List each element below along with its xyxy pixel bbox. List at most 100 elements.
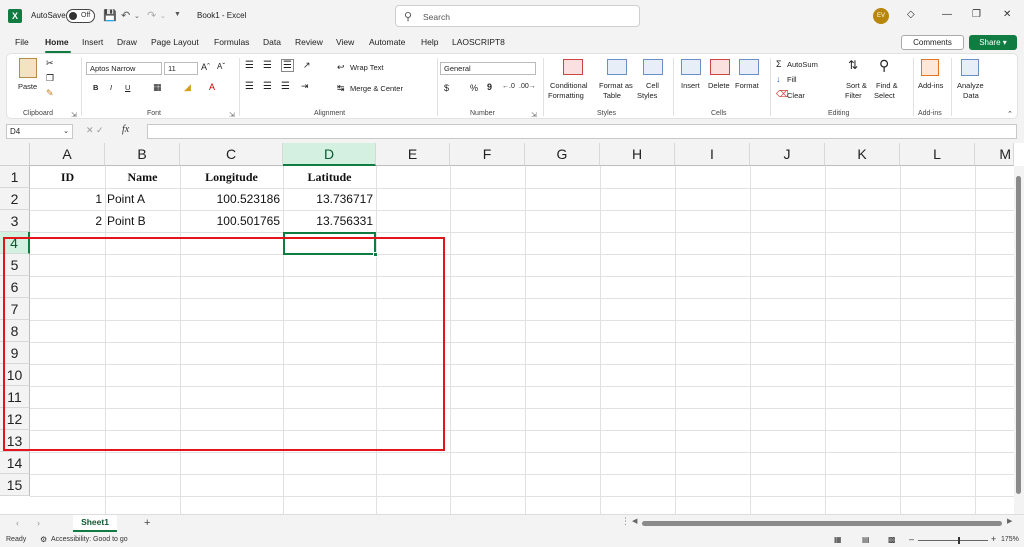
next-sheet-icon[interactable]: ›: [37, 518, 40, 528]
comments-button[interactable]: Comments: [901, 35, 964, 50]
insert-function-button[interactable]: fx: [122, 124, 129, 135]
share-button[interactable]: Share ▾: [969, 35, 1017, 50]
cell-c2[interactable]: 100.523186: [180, 188, 283, 210]
add-ins-button[interactable]: Add-ins: [918, 81, 943, 90]
merge-icon[interactable]: ↹: [337, 83, 345, 94]
format-as-table-label-1[interactable]: Format as: [599, 81, 633, 90]
diamond-icon[interactable]: ◇: [907, 9, 915, 20]
column-header-f[interactable]: F: [450, 143, 525, 166]
format-cells-button[interactable]: Format: [735, 81, 759, 90]
zoom-level[interactable]: 175%: [1001, 536, 1019, 543]
delete-cells-icon[interactable]: [710, 59, 730, 75]
conditional-formatting-label-1[interactable]: Conditional: [550, 81, 588, 90]
align-middle-icon[interactable]: ☰: [263, 60, 272, 71]
cell-c3[interactable]: 100.501765: [180, 210, 283, 232]
clipboard-launcher-icon[interactable]: ⇲: [71, 111, 77, 119]
find-select-label-2[interactable]: Select: [874, 91, 895, 100]
align-right-icon[interactable]: ☰: [281, 81, 290, 92]
sort-filter-label-2[interactable]: Filter: [845, 91, 862, 100]
conditional-formatting-icon[interactable]: [563, 59, 583, 75]
cell-a2[interactable]: 1: [30, 188, 105, 210]
column-header-l[interactable]: L: [900, 143, 975, 166]
font-color-icon[interactable]: A: [209, 82, 215, 92]
redo-dropdown-icon[interactable]: ⌄: [160, 12, 166, 20]
tab-home[interactable]: Home: [45, 37, 69, 47]
restore-icon[interactable]: ❐: [972, 9, 981, 20]
vertical-scrollbar[interactable]: [1014, 166, 1024, 514]
tab-split-handle-icon[interactable]: ⋮: [621, 516, 630, 527]
comma-button[interactable]: 9: [487, 82, 492, 92]
zoom-in-icon[interactable]: +: [991, 534, 996, 544]
column-header-m[interactable]: M: [975, 143, 1014, 166]
zoom-slider-knob[interactable]: [958, 537, 960, 544]
normal-view-icon[interactable]: ▦: [834, 535, 842, 544]
paste-label[interactable]: Paste: [18, 82, 37, 91]
clear-button[interactable]: Clear: [787, 91, 805, 100]
indent-icon[interactable]: ⇥: [301, 81, 309, 92]
column-header-b[interactable]: B: [105, 143, 180, 166]
increase-decimal-icon[interactable]: ←.0: [502, 83, 515, 90]
horizontal-scroll-thumb[interactable]: [642, 521, 1002, 526]
zoom-out-icon[interactable]: –: [909, 534, 914, 544]
cell-d3[interactable]: 13.756331: [283, 210, 376, 232]
format-painter-icon[interactable]: ✎: [46, 88, 54, 99]
font-launcher-icon[interactable]: ⇲: [229, 111, 235, 119]
autosum-icon[interactable]: Σ: [776, 59, 782, 69]
vertical-scroll-thumb[interactable]: [1016, 176, 1021, 494]
format-as-table-icon[interactable]: [607, 59, 627, 75]
prev-sheet-icon[interactable]: ‹: [16, 518, 19, 528]
avatar[interactable]: EV: [873, 8, 889, 24]
wrap-text-button[interactable]: Wrap Text: [350, 63, 384, 72]
format-as-table-label-2[interactable]: Table: [603, 91, 621, 100]
cell-d1[interactable]: Latitude: [283, 166, 376, 188]
increase-font-icon[interactable]: Aˆ: [201, 62, 210, 72]
select-all-button[interactable]: [0, 143, 30, 166]
cell-b3[interactable]: Point B: [105, 210, 180, 232]
minimize-icon[interactable]: —: [942, 9, 952, 20]
collapse-ribbon-icon[interactable]: ⌃: [1007, 110, 1013, 118]
tab-data[interactable]: Data: [263, 37, 281, 47]
sort-filter-label-1[interactable]: Sort &: [846, 81, 867, 90]
page-layout-view-icon[interactable]: ▤: [862, 535, 870, 544]
autosum-button[interactable]: AutoSum: [787, 60, 818, 69]
merge-center-button[interactable]: Merge & Center: [350, 84, 403, 93]
column-header-g[interactable]: G: [525, 143, 600, 166]
copy-icon[interactable]: ❐: [46, 73, 54, 84]
decrease-font-icon[interactable]: Aˇ: [217, 62, 225, 71]
tab-help[interactable]: Help: [421, 37, 438, 47]
row-header-2[interactable]: 2: [0, 188, 30, 210]
accessibility-status[interactable]: Accessibility: Good to go: [51, 536, 128, 543]
name-box[interactable]: D4 ⌄: [6, 124, 73, 139]
cell-a1[interactable]: ID: [30, 166, 105, 188]
column-header-h[interactable]: H: [600, 143, 675, 166]
undo-dropdown-icon[interactable]: ⌄: [134, 12, 140, 20]
search-box[interactable]: ⚲ Search: [395, 5, 640, 27]
decrease-decimal-icon[interactable]: .00→: [519, 83, 536, 90]
zoom-slider[interactable]: [918, 540, 988, 541]
bold-button[interactable]: B: [93, 83, 98, 92]
number-launcher-icon[interactable]: ⇲: [531, 111, 537, 119]
fill-icon[interactable]: ↓: [776, 74, 781, 84]
cancel-enter-icons[interactable]: ✕ ✓: [86, 125, 104, 136]
orientation-icon[interactable]: ↗: [303, 60, 311, 71]
row-header-1[interactable]: 1: [0, 166, 30, 188]
align-center-icon[interactable]: ☰: [263, 81, 272, 92]
number-format-select[interactable]: General: [440, 62, 536, 75]
sort-filter-icon[interactable]: ⇅: [848, 58, 858, 72]
tab-laoscript8[interactable]: LAOSCRIPT8: [452, 37, 505, 47]
horizontal-scrollbar[interactable]: ◀ ▶: [630, 518, 1015, 527]
cell-b2[interactable]: Point A: [105, 188, 180, 210]
cell-styles-label-2[interactable]: Styles: [637, 91, 657, 100]
delete-cells-button[interactable]: Delete: [708, 81, 730, 90]
scroll-left-icon[interactable]: ◀: [632, 517, 637, 525]
tab-automate[interactable]: Automate: [369, 37, 405, 47]
wrap-text-icon[interactable]: ↩: [337, 62, 345, 73]
column-header-c[interactable]: C: [180, 143, 283, 166]
currency-button[interactable]: $: [444, 83, 449, 93]
add-sheet-button[interactable]: +: [144, 517, 150, 529]
cell-styles-icon[interactable]: [643, 59, 663, 75]
analyze-data-label-1[interactable]: Analyze: [957, 81, 984, 90]
customize-qat-icon[interactable]: ▼: [174, 11, 181, 18]
cut-icon[interactable]: ✂: [46, 58, 54, 69]
sheet-tab-sheet1[interactable]: Sheet1: [73, 515, 117, 532]
